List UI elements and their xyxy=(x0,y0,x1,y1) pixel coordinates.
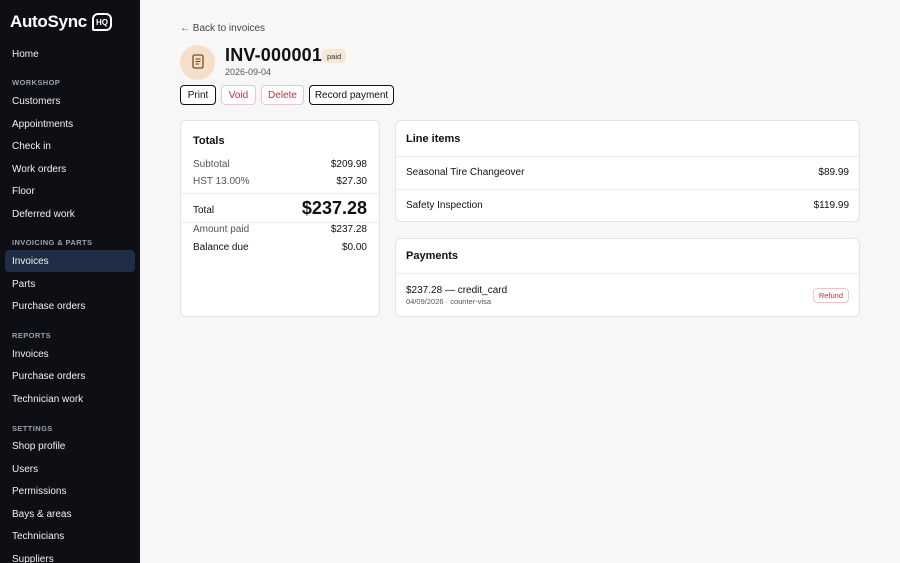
line-item-amount: $89.99 xyxy=(818,167,849,178)
sidebar: AutoSync HQ Home WORKSHOP Customers Appo… xyxy=(0,0,140,563)
payment-detail: 04/09/2026 · counter-visa xyxy=(406,297,492,306)
sidebar-item-technicians[interactable]: Technicians xyxy=(5,525,135,547)
sidebar-item-bays-areas[interactable]: Bays & areas xyxy=(5,503,135,525)
totals-card: Totals Subtotal $209.98 HST 13.00% $27.3… xyxy=(180,120,380,317)
sidebar-section-reports: REPORTS xyxy=(12,331,52,340)
balance-due-value: $0.00 xyxy=(341,242,367,253)
totals-divider xyxy=(181,222,379,223)
sidebar-item-suppliers[interactable]: Suppliers xyxy=(5,548,135,563)
sidebar-item-purchase-orders[interactable]: Purchase orders xyxy=(5,295,135,317)
sidebar-item-permissions[interactable]: Permissions xyxy=(5,480,135,502)
sidebar-item-work-orders[interactable]: Work orders xyxy=(5,158,135,180)
subtotal-value: $209.98 xyxy=(330,159,367,170)
sidebar-item-shop-profile[interactable]: Shop profile xyxy=(5,435,135,457)
brand-badge: HQ xyxy=(91,13,112,31)
sidebar-item-report-purchase-orders[interactable]: Purchase orders xyxy=(5,365,135,387)
total-value: $237.28 xyxy=(301,198,367,218)
sidebar-item-floor[interactable]: Floor xyxy=(5,180,135,202)
sidebar-item-parts[interactable]: Parts xyxy=(5,273,135,295)
document-icon xyxy=(191,53,205,72)
status-badge: paid xyxy=(322,49,347,63)
line-item-name: Safety Inspection xyxy=(406,200,483,211)
amount-paid-label: Amount paid xyxy=(193,224,250,235)
refund-button[interactable]: Refund xyxy=(812,288,849,303)
sidebar-item-home[interactable]: Home xyxy=(5,43,135,65)
balance-due-label: Balance due xyxy=(193,242,249,253)
sidebar-item-invoices[interactable]: Invoices xyxy=(5,250,135,272)
payments-title: Payments xyxy=(406,250,458,262)
sidebar-section-invoicing: INVOICING & PARTS xyxy=(12,238,93,247)
print-button[interactable]: Print xyxy=(180,85,216,105)
payment-summary: $237.28 — credit_card xyxy=(406,285,508,296)
sidebar-item-deferred-work[interactable]: Deferred work xyxy=(5,203,135,225)
sidebar-section-workshop: WORKSHOP xyxy=(12,78,61,87)
tax-value: $27.30 xyxy=(336,176,367,187)
line-items-divider xyxy=(396,156,859,157)
sidebar-item-report-invoices[interactable]: Invoices xyxy=(5,343,135,365)
invoice-date: 2026-09-04 xyxy=(225,67,272,77)
line-item-name: Seasonal Tire Changeover xyxy=(406,167,525,178)
totals-divider xyxy=(181,193,379,194)
back-to-invoices-link[interactable]: ← Back to invoices xyxy=(180,23,265,34)
void-button[interactable]: Void xyxy=(221,85,256,105)
sidebar-item-customers[interactable]: Customers xyxy=(5,90,135,112)
line-items-divider xyxy=(396,189,859,190)
line-items-title: Line items xyxy=(406,133,461,145)
line-item-amount: $119.99 xyxy=(813,200,849,211)
subtotal-label: Subtotal xyxy=(193,159,230,170)
sidebar-item-appointments[interactable]: Appointments xyxy=(5,113,135,135)
invoice-avatar xyxy=(180,45,215,80)
delete-button[interactable]: Delete xyxy=(261,85,304,105)
record-payment-button[interactable]: Record payment xyxy=(309,85,394,105)
tax-label: HST 13.00% xyxy=(193,176,250,187)
brand-logo[interactable]: AutoSync HQ xyxy=(10,12,112,32)
sidebar-item-check-in[interactable]: Check in xyxy=(5,135,135,157)
sidebar-item-users[interactable]: Users xyxy=(5,458,135,480)
payments-card: Payments $237.28 — credit_card 04/09/202… xyxy=(395,238,860,317)
total-label: Total xyxy=(193,205,215,216)
amount-paid-value: $237.28 xyxy=(330,224,367,235)
line-items-card: Line items Seasonal Tire Changeover $89.… xyxy=(395,120,860,222)
totals-title: Totals xyxy=(193,135,225,147)
brand-name: AutoSync xyxy=(10,12,87,31)
sidebar-item-report-technician-work[interactable]: Technician work xyxy=(5,388,135,410)
invoice-number: INV-000001 xyxy=(225,45,323,65)
sidebar-section-settings: SETTINGS xyxy=(12,424,53,433)
payments-divider xyxy=(396,273,859,274)
